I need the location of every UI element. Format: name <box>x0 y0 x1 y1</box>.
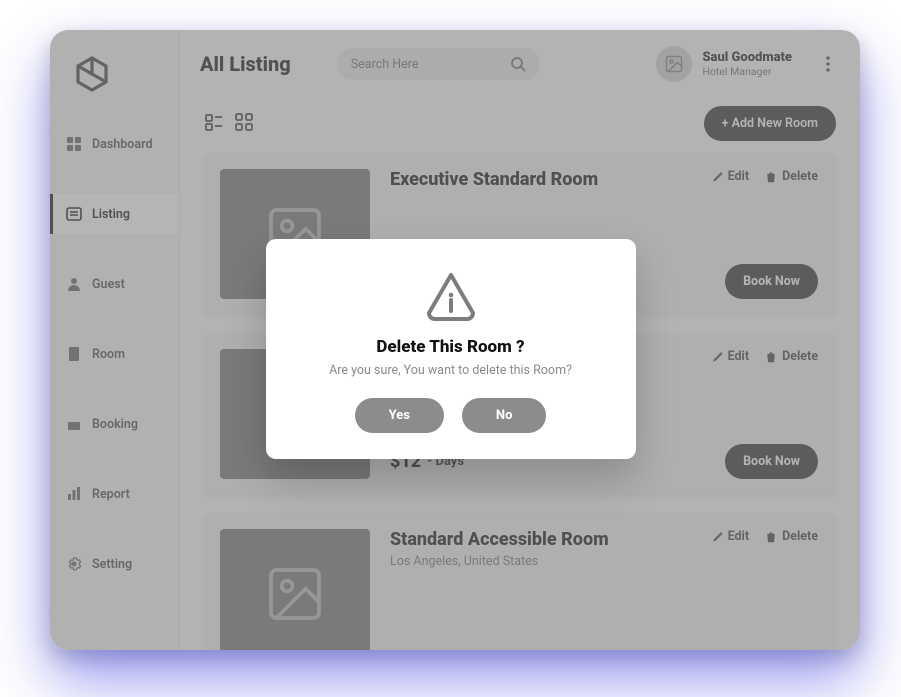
delete-confirm-modal: Delete This Room ? Are you sure, You wan… <box>266 239 636 459</box>
modal-title: Delete This Room ? <box>292 337 610 357</box>
confirm-yes-button[interactable]: Yes <box>355 398 444 433</box>
modal-message: Are you sure, You want to delete this Ro… <box>292 363 610 378</box>
confirm-no-button[interactable]: No <box>462 398 547 433</box>
warning-info-icon <box>424 269 478 323</box>
